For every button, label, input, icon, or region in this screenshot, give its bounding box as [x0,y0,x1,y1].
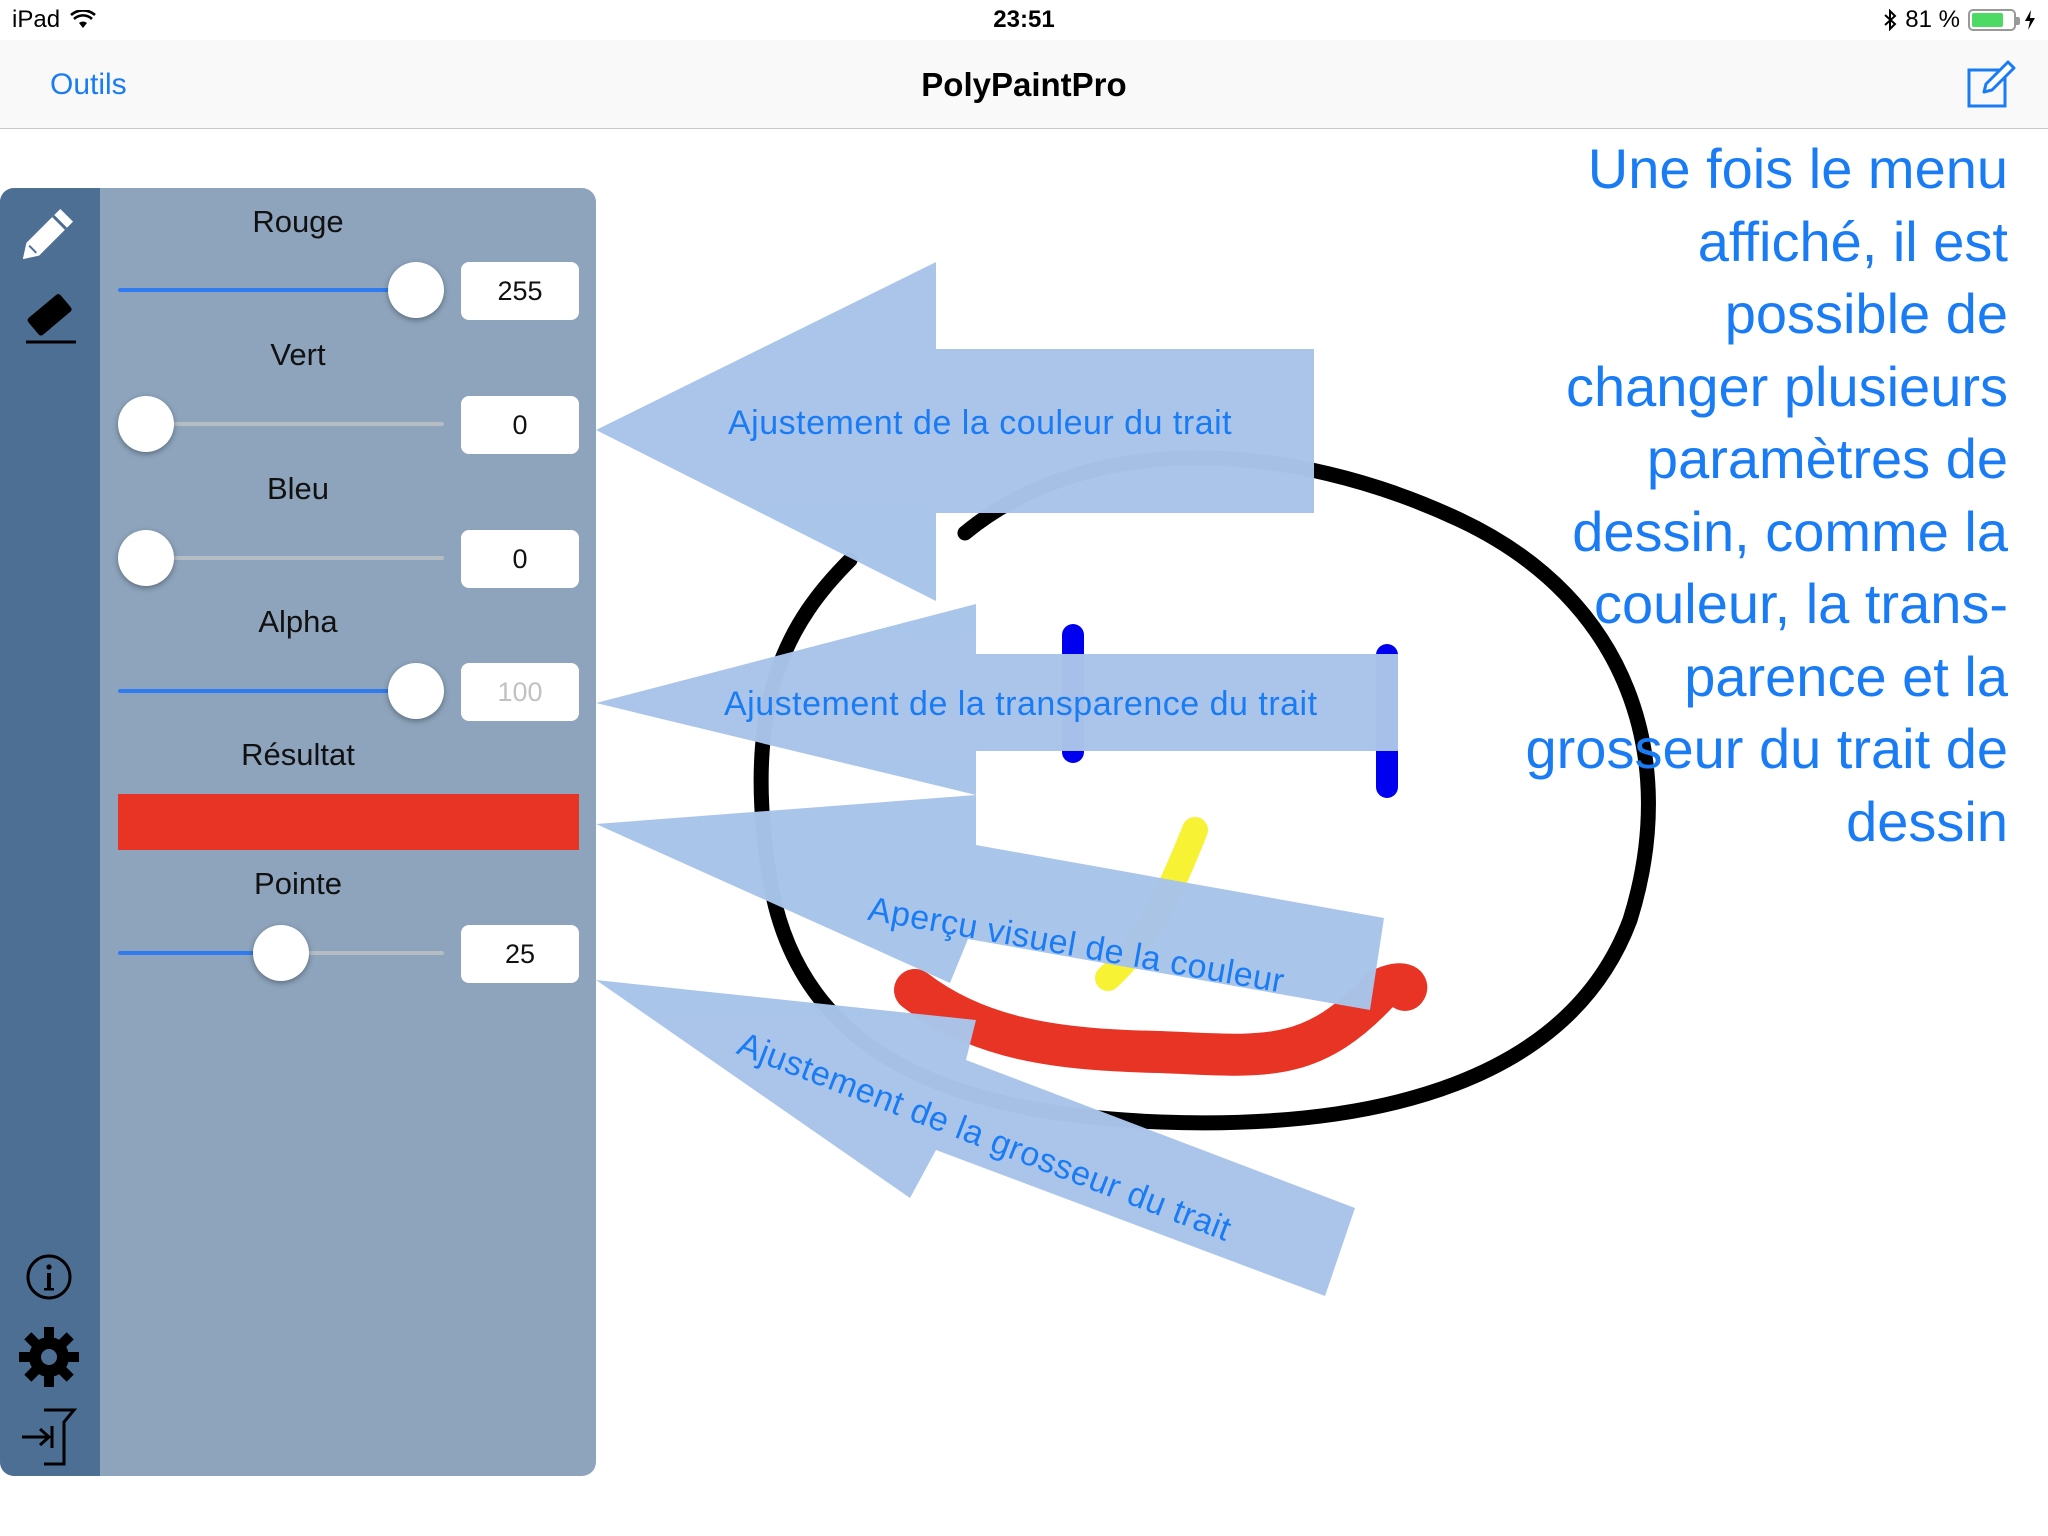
info-line: Une fois le menu [1587,137,2008,200]
info-line: parence et la [1684,644,2008,708]
info-line: changer plusieurs [1565,354,2008,418]
info-line: paramètres de [1646,427,2008,490]
info-line: affiché, il est [1697,209,2008,273]
info-line: couleur, la trans- [1594,572,2008,635]
info-paragraph: Une fois le menu affiché, il est possibl… [1388,133,2008,858]
info-line: dessin, comme la [1572,499,2008,563]
info-line: possible de [1724,282,2008,345]
callout-color-text: Ajustement de la couleur du trait [728,404,1233,442]
callout-alpha-text: Ajustement de la transparence du trait [724,685,1318,723]
info-line: grosseur du trait de [1525,717,2008,780]
info-line: dessin [1846,789,2008,853]
